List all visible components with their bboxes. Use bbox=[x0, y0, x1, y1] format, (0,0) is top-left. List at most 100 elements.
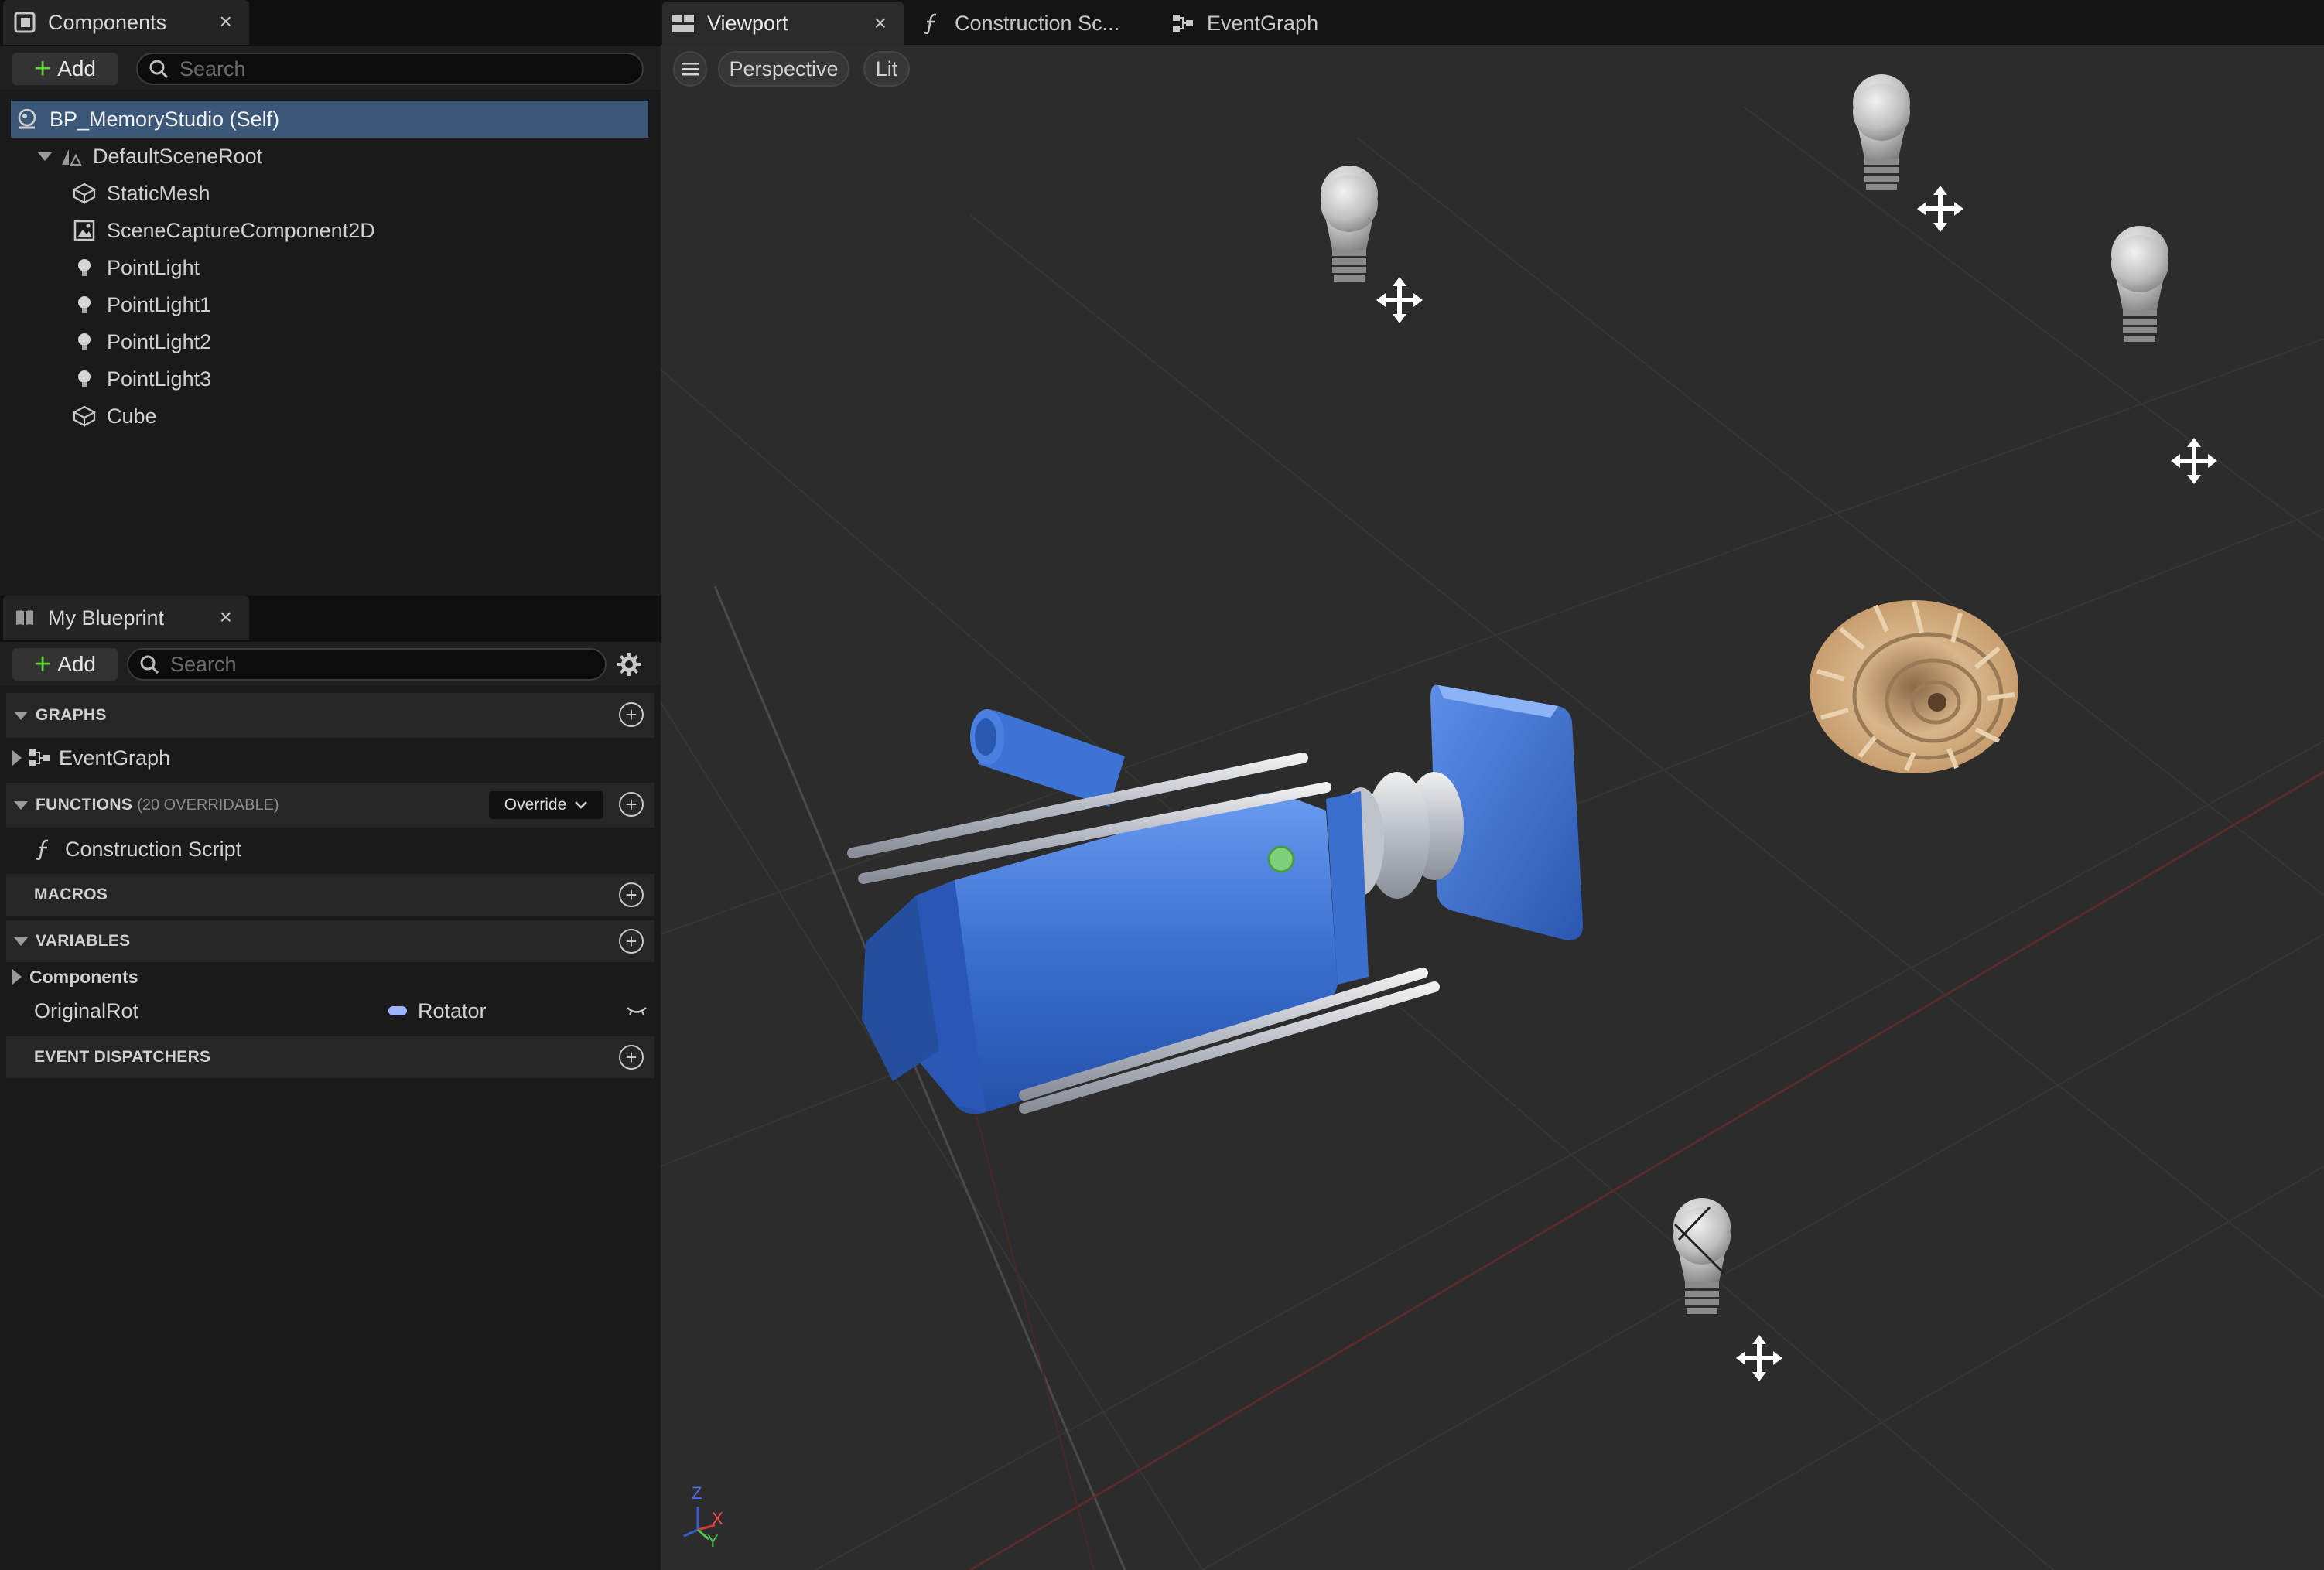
macros-section-header[interactable]: MACROS + bbox=[6, 874, 654, 916]
add-function-icon[interactable]: + bbox=[619, 792, 644, 817]
tree-item-cube[interactable]: Cube bbox=[11, 398, 648, 435]
graph-icon bbox=[29, 749, 50, 766]
components-toolbar: + Add Search bbox=[0, 46, 661, 90]
editor-area: Viewport × Construction Sc... EventGraph bbox=[661, 0, 2324, 1570]
tree-item-pointlight2[interactable]: PointLight2 bbox=[11, 323, 648, 360]
tree-item-staticmesh[interactable]: StaticMesh bbox=[11, 175, 648, 212]
dispatchers-section-title: EVENT DISPATCHERS bbox=[34, 1048, 211, 1066]
tree-item-label: BP_MemoryStudio (Self) bbox=[50, 107, 280, 131]
graph-item-eventgraph[interactable]: EventGraph bbox=[6, 738, 654, 778]
point-light-icon bbox=[73, 256, 96, 279]
rotator-type-pill-icon bbox=[388, 1006, 407, 1015]
collapse-triangle-icon[interactable] bbox=[14, 711, 28, 720]
variables-section-header[interactable]: VARIABLES + bbox=[6, 920, 654, 962]
editor-tabbar: Viewport × Construction Sc... EventGraph bbox=[661, 0, 2324, 45]
tab-construction-script-label: Construction Sc... bbox=[955, 11, 1120, 35]
function-icon bbox=[36, 839, 49, 861]
tree-item-label: PointLight3 bbox=[107, 367, 212, 391]
function-icon bbox=[924, 13, 937, 35]
perspective-button[interactable]: Perspective bbox=[718, 51, 849, 87]
my-blueprint-tabbar: My Blueprint × bbox=[0, 596, 661, 642]
graph-icon bbox=[1173, 15, 1193, 32]
ammonite-fossil-mesh bbox=[1810, 600, 2018, 773]
tab-viewport-label: Viewport bbox=[707, 11, 788, 35]
expand-triangle-icon[interactable] bbox=[12, 969, 22, 985]
override-dropdown[interactable]: Override bbox=[489, 791, 603, 819]
static-mesh-icon bbox=[73, 182, 96, 205]
close-icon[interactable]: × bbox=[220, 605, 232, 630]
chevron-down-icon bbox=[575, 801, 588, 809]
close-icon[interactable]: × bbox=[874, 11, 887, 36]
tab-eventgraph-label: EventGraph bbox=[1207, 11, 1319, 35]
functions-section-title: FUNCTIONS bbox=[36, 796, 133, 814]
axis-y-label: Y bbox=[707, 1531, 719, 1551]
variables-section-title: VARIABLES bbox=[36, 932, 131, 950]
plus-icon: + bbox=[33, 53, 52, 85]
tree-item-label: DefaultSceneRoot bbox=[93, 144, 263, 168]
dispatchers-section-header[interactable]: EVENT DISPATCHERS + bbox=[6, 1036, 654, 1078]
variable-category-label: Components bbox=[29, 966, 138, 987]
functions-section-header[interactable]: FUNCTIONS (20 OVERRIDABLE) Override + bbox=[6, 783, 654, 828]
viewport-canvas[interactable]: Z X Y bbox=[661, 45, 2324, 1570]
function-item-construction-script[interactable]: Construction Script bbox=[6, 829, 654, 869]
components-search-input[interactable]: Search bbox=[136, 53, 644, 85]
expand-caret-icon[interactable] bbox=[37, 152, 53, 161]
add-variable-icon[interactable]: + bbox=[619, 929, 644, 954]
components-icon bbox=[14, 12, 36, 33]
tree-item-defaultsceneroot[interactable]: DefaultSceneRoot bbox=[11, 138, 648, 175]
tree-item-scenecapture[interactable]: SceneCaptureComponent2D bbox=[11, 212, 648, 249]
variable-type[interactable]: Rotator bbox=[418, 999, 487, 1023]
lit-button[interactable]: Lit bbox=[863, 51, 910, 87]
add-component-label: Add bbox=[57, 56, 97, 80]
variable-item-originalrot[interactable]: OriginalRot Rotator bbox=[6, 991, 654, 1030]
book-icon bbox=[16, 610, 33, 626]
tree-item-pointlight3[interactable]: PointLight3 bbox=[11, 360, 648, 398]
add-dispatcher-icon[interactable]: + bbox=[619, 1045, 644, 1070]
components-tab-title: Components bbox=[48, 10, 167, 34]
gear-icon[interactable] bbox=[616, 651, 642, 677]
override-label: Override bbox=[504, 796, 567, 814]
tab-eventgraph[interactable]: EventGraph bbox=[1171, 2, 1372, 45]
collapse-triangle-icon[interactable] bbox=[14, 800, 28, 810]
expand-triangle-icon[interactable] bbox=[12, 750, 22, 766]
static-mesh-icon bbox=[73, 404, 96, 428]
components-tab[interactable]: Components × bbox=[3, 0, 249, 45]
my-blueprint-toolbar: + Add Search bbox=[0, 642, 661, 685]
scene-capture-icon bbox=[73, 219, 96, 242]
lit-label: Lit bbox=[875, 56, 898, 80]
viewport-icon bbox=[672, 15, 694, 32]
perspective-label: Perspective bbox=[729, 56, 839, 80]
search-icon bbox=[140, 655, 159, 674]
my-blueprint-search-placeholder: Search bbox=[170, 652, 237, 676]
left-panel: Components × + Add Search BP_MemoryStudi… bbox=[0, 0, 661, 1570]
add-member-button[interactable]: + Add bbox=[12, 648, 118, 681]
my-blueprint-search-input[interactable]: Search bbox=[127, 648, 607, 681]
actor-self-icon bbox=[15, 108, 39, 131]
viewport-options-button[interactable] bbox=[673, 51, 707, 87]
graphs-section-title: GRAPHS bbox=[36, 706, 107, 724]
tree-item-self[interactable]: BP_MemoryStudio (Self) bbox=[11, 101, 648, 138]
camera-status-led bbox=[1267, 845, 1295, 873]
add-macro-icon[interactable]: + bbox=[619, 882, 644, 907]
tree-item-label: SceneCaptureComponent2D bbox=[107, 218, 375, 242]
point-light-icon bbox=[73, 330, 96, 353]
eye-closed-icon[interactable] bbox=[625, 1004, 648, 1018]
tree-item-label: StaticMesh bbox=[107, 181, 210, 205]
tree-item-pointlight[interactable]: PointLight bbox=[11, 249, 648, 286]
tab-construction-script[interactable]: Construction Sc... bbox=[922, 2, 1170, 45]
variable-category-components[interactable]: Components bbox=[6, 959, 654, 995]
add-graph-icon[interactable]: + bbox=[619, 702, 644, 727]
axis-z-label: Z bbox=[692, 1483, 702, 1503]
variable-name: OriginalRot bbox=[34, 998, 139, 1022]
my-blueprint-tab[interactable]: My Blueprint × bbox=[3, 596, 249, 640]
tree-item-pointlight1[interactable]: PointLight1 bbox=[11, 286, 648, 323]
tab-viewport[interactable]: Viewport × bbox=[662, 2, 904, 45]
tree-item-label: Cube bbox=[107, 404, 157, 428]
collapse-triangle-icon[interactable] bbox=[14, 937, 28, 946]
graphs-section-header[interactable]: GRAPHS + bbox=[6, 693, 654, 738]
graph-item-label: EventGraph bbox=[59, 746, 171, 770]
tree-item-label: PointLight1 bbox=[107, 292, 212, 316]
close-icon[interactable]: × bbox=[220, 9, 232, 34]
add-component-button[interactable]: + Add bbox=[12, 53, 118, 85]
macros-section-title: MACROS bbox=[34, 886, 108, 903]
